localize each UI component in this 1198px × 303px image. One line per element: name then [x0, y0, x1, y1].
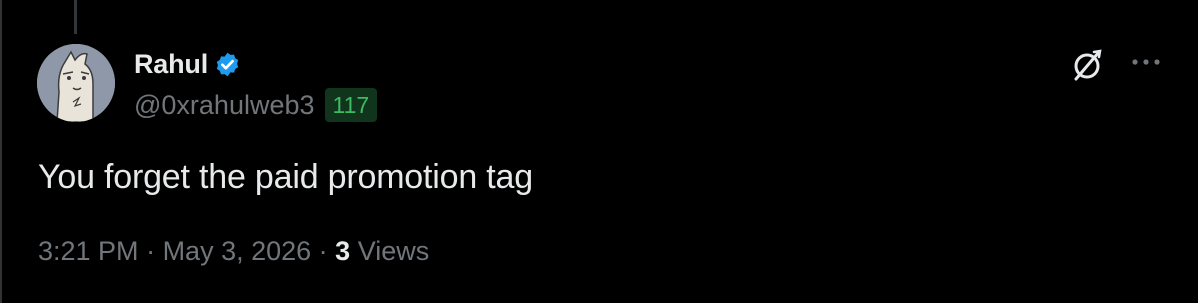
author-handle-row: @0xrahulweb3 117	[134, 86, 378, 124]
author-name-row: Rahul	[134, 47, 241, 81]
meta-separator: ·	[311, 236, 336, 266]
thread-connector-line	[74, 0, 77, 34]
count-badge: 117	[324, 88, 378, 122]
views-label: Views	[350, 236, 430, 266]
timeline-border	[0, 0, 2, 303]
post-date[interactable]: May 3, 2026	[163, 236, 312, 267]
post-time[interactable]: 3:21 PM	[38, 236, 139, 267]
post-metadata: 3:21 PM · May 3, 2026 · 3 Views	[38, 236, 429, 267]
author-handle[interactable]: @0xrahulweb3	[134, 90, 315, 121]
author-display-name[interactable]: Rahul	[134, 49, 208, 80]
grok-icon[interactable]	[1068, 46, 1106, 84]
meta-separator: ·	[138, 236, 163, 266]
avatar[interactable]	[37, 44, 115, 122]
more-options-icon[interactable]	[1126, 50, 1166, 74]
verified-badge-icon[interactable]	[214, 51, 241, 78]
views-count[interactable]: 3	[335, 236, 350, 267]
post-text: You forget the paid promotion tag	[38, 158, 533, 196]
